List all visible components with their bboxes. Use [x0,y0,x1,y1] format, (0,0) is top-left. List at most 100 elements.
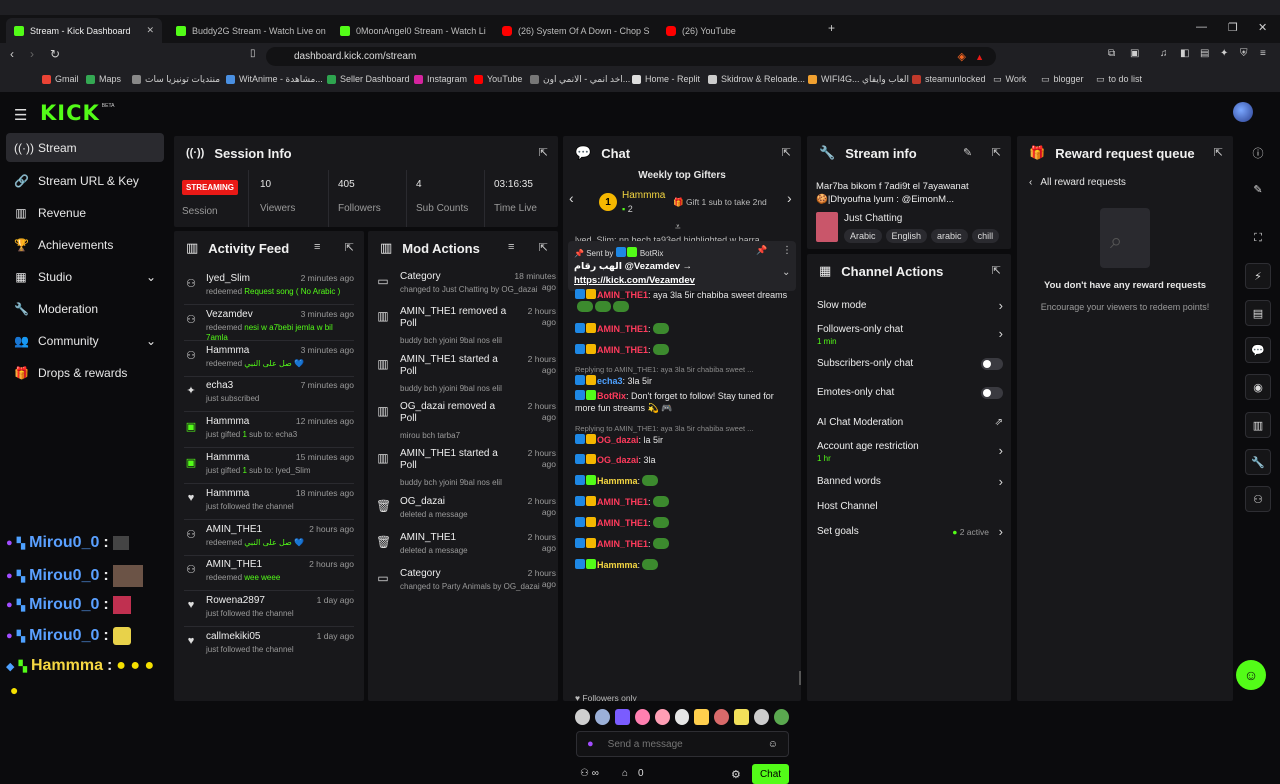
chat-message[interactable]: BotRix: Don't forget to follow! Stay tun… [575,390,793,414]
music-icon[interactable]: ♫ [1160,48,1168,59]
screenshot-icon[interactable]: ▣ [1130,48,1139,59]
chat-username[interactable]: AMIN_THE1 [597,290,648,300]
tag[interactable]: English [885,229,928,243]
reload-icon[interactable]: ↻ [50,47,60,61]
toggle-switch[interactable] [981,387,1003,399]
activity-row[interactable]: ⚇ AMIN_THE1 2 hours ago redeemed صل على الن… [184,522,354,558]
emote-icon[interactable] [774,709,789,725]
activity-row[interactable]: ⚇ AMIN_THE1 2 hours ago redeemed wee weee [184,557,354,593]
emote-icon[interactable] [694,709,710,725]
tag[interactable]: Arabic [844,229,882,243]
lightning-icon[interactable]: ⚡ [1245,263,1271,289]
mod-action-row[interactable]: ▭ Category 2 hours ago changed to Party Ani… [376,568,556,604]
close-window-icon[interactable]: ✕ [1258,21,1267,34]
chat-message[interactable]: AMIN_THE1: [575,496,793,508]
activity-username[interactable]: callmekiki05 [206,631,260,642]
emote-icon[interactable] [734,709,750,725]
bookmark-maps[interactable]: Maps [86,74,121,84]
chat-username[interactable]: Hammma [597,560,638,570]
browser-tab[interactable]: (26) System Of A Down - Chop S [494,18,652,43]
channel-action-ai-chat-moderation[interactable]: AI Chat Moderation ⇗ [817,417,1003,437]
points-icon[interactable]: ⚇ ∞ [580,768,599,779]
forward-icon[interactable]: › [30,47,34,61]
activity-row[interactable]: ♥ callmekiki05 1 day ago just followed the … [184,629,354,665]
chevron-right-icon[interactable]: › [787,190,792,206]
chat-username[interactable]: AMIN_THE1 [597,518,648,528]
all-rewards-link[interactable]: ‹ All reward requests [1029,177,1126,188]
channel-action-host-channel[interactable]: Host Channel [817,501,1003,521]
chat-message[interactable]: AMIN_THE1: [575,323,793,335]
tag[interactable]: arabic [931,229,968,243]
sidebar-item-studio[interactable]: ▦ Studio ⌄ [6,262,164,291]
filter-icon[interactable]: ≡ [508,241,514,253]
close-tab-icon[interactable]: ✕ [146,25,154,36]
activity-row[interactable]: ⚇ Vezamdev 3 minutes ago redeemed nesi w a7… [184,307,354,343]
browser-tab[interactable]: Buddy2G Stream - Watch Live on [168,18,326,43]
popout-icon[interactable]: ⇱ [539,146,548,159]
collapse-icon[interactable]: ⩡ [675,222,681,233]
activity-username[interactable]: Hammma [206,416,249,427]
menu-icon[interactable]: ≡ [1260,48,1266,59]
storage-icon[interactable]: ▥ [1245,412,1271,438]
bookmark-skidrow[interactable]: Skidrow & Reloade... [708,74,805,84]
chat-username[interactable]: AMIN_THE1 [597,497,648,507]
emote-icon[interactable] [714,709,730,725]
bookmark-folder-todo[interactable]: ▭ to do list [1096,74,1142,85]
document-icon[interactable]: ▤ [1245,300,1271,326]
mod-action-row[interactable]: ▭ Category 18 minutes ago changed to Just C… [376,271,556,307]
chat-username[interactable]: OG_dazai [597,455,639,465]
mod-action-row[interactable]: 🗑 OG_dazai 2 hours ago deleted a message [376,496,556,532]
chat-message[interactable]: AMIN_THE1: [575,538,793,550]
channel-action-banned-words[interactable]: Banned words › [817,474,1003,496]
tag[interactable]: chill [971,229,1000,243]
activity-username[interactable]: Hammma [206,345,249,356]
sidebar-item-stream-url[interactable]: 🔗 Stream URL & Key [6,166,164,195]
activity-username[interactable]: echa3 [206,380,233,391]
brave-shield-icon[interactable]: ◈ [958,50,966,63]
bookmark-youtube[interactable]: YouTube [474,74,522,84]
chat-input[interactable] [607,738,758,750]
bookmark-gmail[interactable]: Gmail [42,74,79,84]
wallet-icon[interactable]: ▤ [1200,48,1209,59]
bookmark-steamunlocked[interactable]: steamunlocked [912,74,986,84]
emote-icon[interactable] [575,709,590,725]
chat-username[interactable]: AMIN_THE1 [597,324,648,334]
popout-icon[interactable]: ⇱ [782,146,791,159]
popout-icon[interactable]: ⇱ [992,264,1001,277]
activity-row[interactable]: ♥ Hammma 18 minutes ago just followed the c… [184,486,354,522]
vpn-icon[interactable]: ⛨ [1240,48,1248,59]
filter-icon[interactable]: ≡ [314,241,320,253]
emote-icon[interactable] [654,709,670,725]
sidebar-item-revenue[interactable]: ▥ Revenue [6,198,164,227]
sidebar-item-drops[interactable]: 🎁 Drops & rewards [6,358,164,387]
chevron-down-icon[interactable]: ⌄ [782,267,790,278]
chat-message[interactable]: Hammma: [575,559,793,571]
mod-action-row[interactable]: 🗑 AMIN_THE1 2 hours ago deleted a message [376,532,556,568]
emote-icon[interactable] [634,709,650,725]
bookmark-folder-blogger[interactable]: ▭ blogger [1041,74,1084,85]
browser-tab-active[interactable]: Stream - Kick Dashboard ✕ [6,18,162,43]
back-icon[interactable]: ‹ [10,47,14,61]
bookmark-instagram[interactable]: Instagram [414,74,467,84]
broadcast-icon[interactable]: ◉ [1245,374,1271,400]
info-icon[interactable]: ⓘ [1245,140,1271,166]
activity-username[interactable]: AMIN_THE1 [206,524,262,535]
url-bar[interactable]: dashboard.kick.com/stream ◈ ▲ [266,47,996,66]
chat-username[interactable]: OG_dazai [597,435,639,445]
pinned-link[interactable]: https://kick.com/Vezamdev [574,275,695,286]
people-icon[interactable]: ⚇ [1245,486,1271,512]
chat-message[interactable]: Hammma: [575,475,793,487]
minimize-icon[interactable]: — [1196,21,1207,33]
ai-icon[interactable]: ✦ [1220,48,1228,59]
browser-tab[interactable]: 0MoonAngel0 Stream - Watch Li [332,18,488,43]
activity-row[interactable]: ▣ Hammma 12 minutes ago just gifted 1 sub t… [184,414,354,450]
emote-icon[interactable] [674,709,690,725]
popout-icon[interactable]: ⇱ [539,241,548,254]
maximize-icon[interactable]: ❐ [1228,21,1238,34]
mod-action-row[interactable]: ▥ AMIN_THE1 removed a Poll 2 hours ago budd… [376,306,556,345]
sidebar-item-community[interactable]: 👥 Community ⌄ [6,326,164,355]
popout-icon[interactable]: ⇱ [345,241,354,254]
activity-username[interactable]: Hammma [206,452,249,463]
user-avatar[interactable] [1233,102,1253,122]
mod-action-row[interactable]: ▥ OG_dazai removed a Poll 2 hours ago mirou… [376,401,556,440]
